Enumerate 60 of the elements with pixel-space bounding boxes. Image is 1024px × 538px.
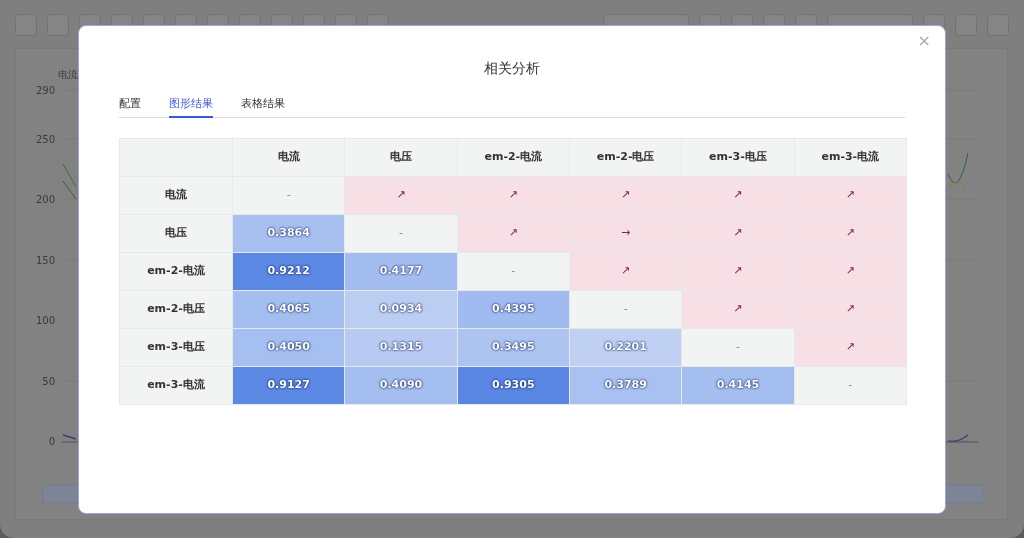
- table-cell: 0.3864: [232, 214, 345, 253]
- table-cell: ↗: [794, 214, 907, 253]
- table-cell: -: [794, 366, 907, 405]
- table-cell: ↗: [681, 252, 795, 291]
- table-cell: 0.9305: [457, 366, 570, 405]
- table-cell: -: [569, 290, 682, 329]
- table-cell: 0.9127: [232, 366, 345, 405]
- column-header: em-3-电流: [794, 138, 907, 177]
- axis-label: 50: [42, 376, 55, 387]
- table-cell: 0.4177: [344, 252, 458, 291]
- row-header: em-2-电流: [119, 252, 233, 291]
- column-header: em-2-电压: [569, 138, 682, 177]
- table-cell: 0.4065: [232, 290, 345, 329]
- row-header: em-3-电压: [119, 328, 233, 367]
- table-cell: 0.4090: [344, 366, 458, 405]
- table-cell: ↗: [569, 252, 682, 291]
- table-cell: 0.4145: [681, 366, 795, 405]
- table-cell: 0.4050: [232, 328, 345, 367]
- table-cell: 0.2201: [569, 328, 682, 367]
- table-cell: 0.9212: [232, 252, 345, 291]
- table-cell: ↗: [681, 176, 795, 215]
- table-cell: ↗: [681, 290, 795, 329]
- row-header: em-3-电流: [119, 366, 233, 405]
- table-cell: ↗: [681, 214, 795, 253]
- axis-title: 电流: [58, 69, 78, 80]
- tab[interactable]: 表格结果: [241, 92, 285, 118]
- table-cell: ↗: [457, 214, 570, 253]
- table-cell: 0.3789: [569, 366, 682, 405]
- column-header: 电压: [344, 138, 458, 177]
- column-header: em-3-电压: [681, 138, 795, 177]
- row-header: 电压: [119, 214, 233, 253]
- table-cell: -: [232, 176, 345, 215]
- table-cell: -: [681, 328, 795, 367]
- axis-label: 250: [35, 134, 55, 145]
- table-cell: →: [569, 214, 682, 253]
- table-cell: ↗: [569, 176, 682, 215]
- table-cell: ↗: [794, 252, 907, 291]
- column-header: em-2-电流: [457, 138, 570, 177]
- table-cell: 0.0934: [344, 290, 458, 329]
- table-cell: -: [457, 252, 570, 291]
- axis-label: 0: [48, 436, 55, 447]
- dialog-title: 相关分析: [483, 59, 541, 78]
- table-cell: -: [344, 214, 458, 253]
- axis-label: 290: [35, 85, 55, 96]
- table-cell: 0.3495: [457, 328, 570, 367]
- tab[interactable]: 配置: [119, 92, 141, 118]
- tab[interactable]: 图形结果: [169, 92, 213, 118]
- table-cell: ↗: [344, 176, 458, 215]
- table-cell: ↗: [794, 328, 907, 367]
- axis-label: 100: [35, 315, 55, 326]
- table-cell: 0.1315: [344, 328, 458, 367]
- axis-label: 150: [35, 255, 55, 266]
- axis-label: 200: [35, 194, 55, 205]
- table-cell: ↗: [794, 290, 907, 329]
- table-cell: ↗: [794, 176, 907, 215]
- row-header: 电流: [119, 176, 233, 215]
- table-cell: ↗: [457, 176, 570, 215]
- row-header: em-2-电压: [119, 290, 233, 329]
- table-cell: 0.4395: [457, 290, 570, 329]
- column-header: 电流: [232, 138, 345, 177]
